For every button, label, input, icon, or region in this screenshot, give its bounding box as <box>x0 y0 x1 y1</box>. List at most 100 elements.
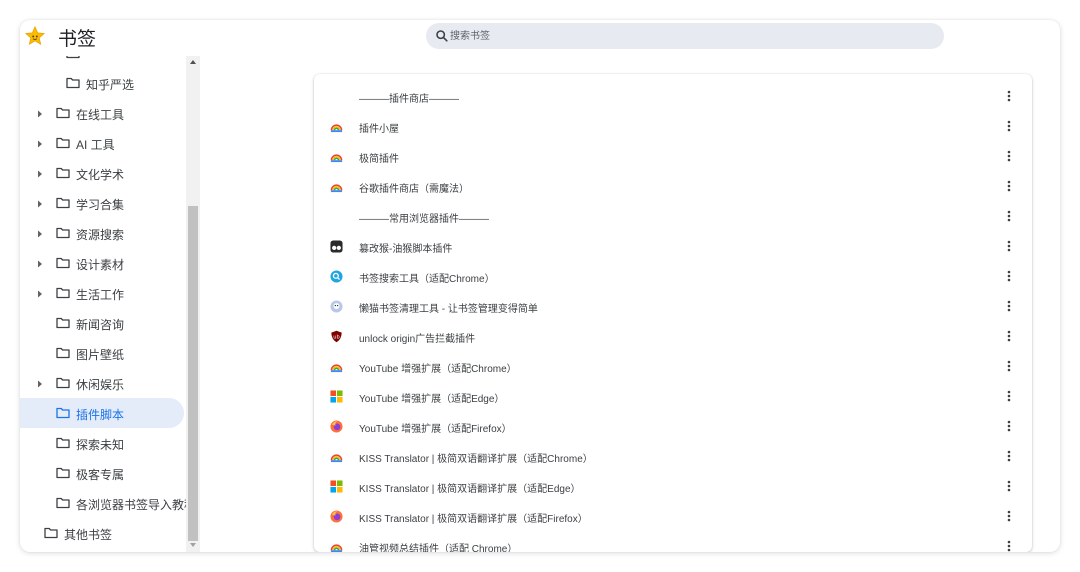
sidebar-item-0[interactable]: 知乎严选 <box>20 68 186 98</box>
folder-icon <box>56 167 70 179</box>
bookmark-title[interactable]: KISS Translator | 极简双语翻译扩展（适配Edge） <box>359 480 581 495</box>
microsoft-store-icon <box>330 480 343 493</box>
bookmarks-star-icon <box>24 25 46 46</box>
bookmark-row[interactable]: YouTube 增强扩展（适配Chrome） <box>314 351 1032 381</box>
expand-arrow-icon[interactable] <box>36 108 44 118</box>
tampermonkey-icon <box>330 240 343 253</box>
more-options-icon[interactable] <box>1002 329 1016 343</box>
folder-icon <box>56 287 70 299</box>
bookmark-title[interactable]: 篡改猴-油猴脚本插件 <box>359 240 452 255</box>
sidebar-item-15[interactable]: 其他书签 <box>20 518 186 548</box>
bookmark-row[interactable]: 极简插件 <box>314 141 1032 171</box>
expand-arrow-icon[interactable] <box>36 378 44 388</box>
more-options-icon[interactable] <box>1002 149 1016 163</box>
bookmark-row[interactable]: YouTube 增强扩展（适配Firefox） <box>314 411 1032 441</box>
bookmark-row[interactable]: ———插件商店——— <box>314 81 1032 111</box>
bookmark-row[interactable]: 插件小屋 <box>314 111 1032 141</box>
sidebar-item-12[interactable]: 探索未知 <box>20 428 186 458</box>
folder-icon <box>56 467 70 479</box>
bookmark-title[interactable]: KISS Translator | 极简双语翻译扩展（适配Firefox） <box>359 510 588 525</box>
expand-arrow-icon[interactable] <box>36 168 44 178</box>
bookmark-title[interactable]: KISS Translator | 极简双语翻译扩展（适配Chrome） <box>359 450 593 465</box>
bookmark-row[interactable]: 懒猫书签清理工具 - 让书签管理变得简单 <box>314 291 1032 321</box>
more-options-icon[interactable] <box>1002 209 1016 223</box>
bookmark-title[interactable]: 极简插件 <box>359 150 399 165</box>
bookmark-row[interactable]: 篡改猴-油猴脚本插件 <box>314 231 1032 261</box>
bookmark-search-icon <box>330 270 343 283</box>
more-options-icon[interactable] <box>1002 509 1016 523</box>
expand-arrow-icon[interactable] <box>36 198 44 208</box>
sidebar-item-6[interactable]: 设计素材 <box>20 248 186 278</box>
more-options-icon[interactable] <box>1002 479 1016 493</box>
bookmark-row[interactable]: 谷歌插件商店（需魔法） <box>314 171 1032 201</box>
bookmark-row[interactable]: KISS Translator | 极简双语翻译扩展（适配Edge） <box>314 471 1032 501</box>
scrollbar-thumb[interactable] <box>188 206 198 541</box>
sidebar-item-label: 在线工具 <box>76 108 125 122</box>
expand-arrow-icon[interactable] <box>36 138 44 148</box>
bookmark-title[interactable]: unlock origin广告拦截插件 <box>359 330 475 345</box>
folder-icon <box>56 137 70 149</box>
rainbow-favicon-icon <box>330 150 343 163</box>
sidebar-item-label: 极客专属 <box>76 468 125 482</box>
folder-icon <box>56 497 70 509</box>
bookmark-row[interactable]: 油管视频总结插件（适配 Chrome） <box>314 531 1032 552</box>
more-options-icon[interactable] <box>1002 89 1016 103</box>
bookmark-title[interactable]: 懒猫书签清理工具 - 让书签管理变得简单 <box>359 300 538 315</box>
bookmark-title[interactable]: YouTube 增强扩展（适配Firefox） <box>359 420 512 435</box>
bookmark-row[interactable]: YouTube 增强扩展（适配Edge） <box>314 381 1032 411</box>
more-options-icon[interactable] <box>1002 389 1016 403</box>
bookmark-title[interactable]: 书签搜索工具（适配Chrome） <box>359 270 495 285</box>
search-bar[interactable] <box>426 23 944 49</box>
expand-arrow-icon[interactable] <box>36 288 44 298</box>
folder-icon <box>56 437 70 449</box>
rainbow-favicon-icon <box>330 120 343 133</box>
bookmark-row[interactable]: 书签搜索工具（适配Chrome） <box>314 261 1032 291</box>
page-title: 书签 <box>58 29 97 50</box>
sidebar-item-10[interactable]: 休闲娱乐 <box>20 368 186 398</box>
sidebar-item-label: 新闻咨询 <box>76 318 125 332</box>
bookmark-title[interactable]: 谷歌插件商店（需魔法） <box>359 180 469 195</box>
more-options-icon[interactable] <box>1002 179 1016 193</box>
folder-icon <box>56 227 70 239</box>
sidebar-item-label: 文化学术 <box>76 168 125 182</box>
sidebar-item-8[interactable]: 新闻咨询 <box>20 308 186 338</box>
bookmark-title[interactable]: YouTube 增强扩展（适配Edge） <box>359 390 504 405</box>
scroll-up-arrow-icon[interactable] <box>189 58 197 66</box>
bookmark-row[interactable]: KISS Translator | 极简双语翻译扩展（适配Firefox） <box>314 501 1032 531</box>
more-options-icon[interactable] <box>1002 299 1016 313</box>
bookmark-title[interactable]: YouTube 增强扩展（适配Chrome） <box>359 360 517 375</box>
more-options-icon[interactable] <box>1002 419 1016 433</box>
bookmark-row[interactable]: ub unlock origin广告拦截插件 <box>314 321 1032 351</box>
bookmark-title[interactable]: 油管视频总结插件（适配 Chrome） <box>359 540 517 552</box>
sidebar-item-14[interactable]: 各浏览器书签导入教程 <box>20 488 196 518</box>
sidebar-scrollbar[interactable] <box>186 56 200 552</box>
sidebar-item-4[interactable]: 学习合集 <box>20 188 186 218</box>
scroll-down-arrow-icon[interactable] <box>189 541 197 549</box>
search-input[interactable] <box>450 23 930 49</box>
more-options-icon[interactable] <box>1002 539 1016 552</box>
more-options-icon[interactable] <box>1002 449 1016 463</box>
more-options-icon[interactable] <box>1002 119 1016 133</box>
sidebar-item-1[interactable]: 在线工具 <box>20 98 186 128</box>
sidebar-item-9[interactable]: 图片壁纸 <box>20 338 186 368</box>
sidebar-item-5[interactable]: 资源搜索 <box>20 218 186 248</box>
tree-item-partial[interactable] <box>20 56 186 68</box>
more-options-icon[interactable] <box>1002 269 1016 283</box>
firefox-icon <box>330 510 343 523</box>
more-options-icon[interactable] <box>1002 239 1016 253</box>
sidebar-item-3[interactable]: 文化学术 <box>20 158 186 188</box>
microsoft-store-icon <box>330 390 343 403</box>
bookmark-title[interactable]: ———插件商店——— <box>359 90 459 105</box>
bookmark-title[interactable]: 插件小屋 <box>359 120 399 135</box>
rainbow-favicon-icon <box>330 360 343 373</box>
expand-arrow-icon[interactable] <box>36 228 44 238</box>
sidebar-item-13[interactable]: 极客专属 <box>20 458 186 488</box>
bookmark-title[interactable]: ———常用浏览器插件——— <box>359 210 489 225</box>
sidebar-item-2[interactable]: AI 工具 <box>20 128 186 158</box>
bookmark-row[interactable]: ———常用浏览器插件——— <box>314 201 1032 231</box>
expand-arrow-icon[interactable] <box>36 258 44 268</box>
bookmark-row[interactable]: KISS Translator | 极简双语翻译扩展（适配Chrome） <box>314 441 1032 471</box>
more-options-icon[interactable] <box>1002 359 1016 373</box>
sidebar-item-7[interactable]: 生活工作 <box>20 278 186 308</box>
sidebar-item-11[interactable]: 插件脚本 <box>20 398 184 428</box>
